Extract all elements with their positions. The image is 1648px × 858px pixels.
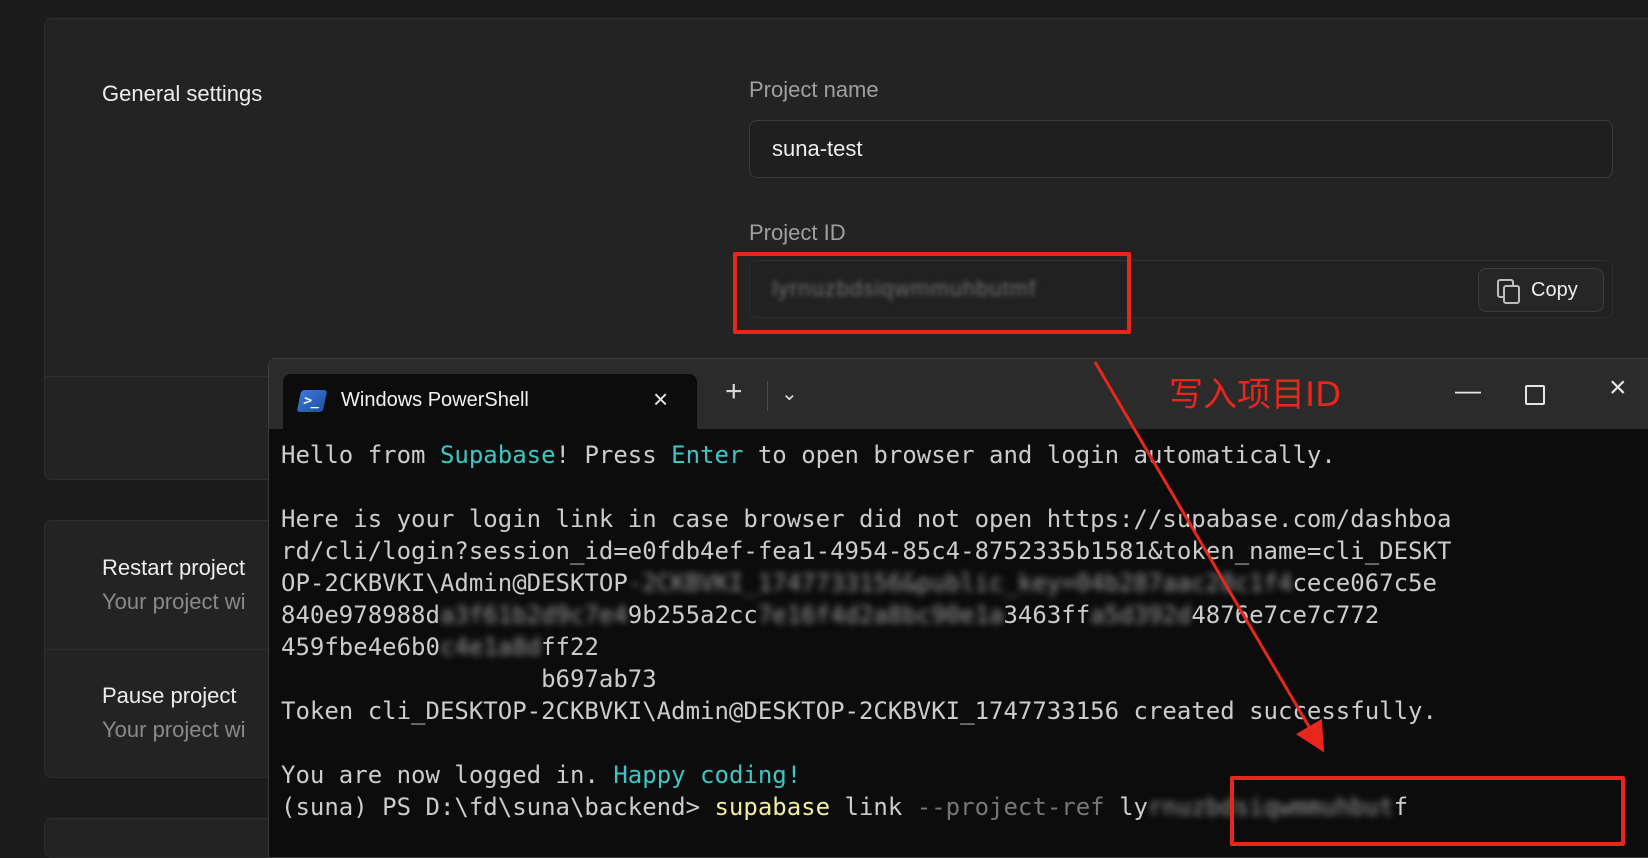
terminal-line: rd/cli/login?session_id=e0fdb4ef-fea1-49… xyxy=(281,537,1452,565)
terminal-line: OP-2CKBVKI\Admin@DESKTOP-2CKBVKI_1747733… xyxy=(281,569,1437,597)
tab-windows-powershell[interactable]: >_ Windows PowerShell × xyxy=(283,374,697,432)
annotation-label: 写入项目ID xyxy=(1169,375,1342,415)
tab-separator xyxy=(767,381,768,411)
chevron-down-icon[interactable]: ⌄ xyxy=(781,379,798,409)
terminal-line: 840e978988da3f61b2d9c7e49b255a2cc7e16f4d… xyxy=(281,601,1380,629)
project-name-label: Project name xyxy=(749,77,879,102)
window-close-button[interactable]: × xyxy=(1609,371,1627,405)
terminal-line: b697ab73 xyxy=(281,665,657,693)
terminal-line: Hello from Supabase! Press Enter to open… xyxy=(281,441,1336,469)
restart-project-description: Your project wi xyxy=(102,589,246,614)
powershell-icon: >_ xyxy=(296,390,328,412)
pause-project-title: Pause project xyxy=(102,683,237,708)
terminal-output[interactable]: Hello from Supabase! Press Enter to open… xyxy=(281,439,1648,823)
section-title: General settings xyxy=(102,81,263,106)
pause-project-description: Your project wi xyxy=(102,717,246,742)
tab-title: Windows PowerShell xyxy=(341,389,529,411)
terminal-titlebar[interactable]: >_ Windows PowerShell × + ⌄ 写入项目ID — × xyxy=(269,359,1648,432)
terminal-line: Token cli_DESKTOP-2CKBVKI\Admin@DESKTOP-… xyxy=(281,697,1437,725)
terminal-line: Here is your login link in case browser … xyxy=(281,505,1452,533)
project-id-highlight-box xyxy=(733,252,1131,334)
project-name-input[interactable]: suna-test xyxy=(749,120,1613,178)
tab-close-icon[interactable]: × xyxy=(653,384,668,414)
copy-button[interactable]: Copy xyxy=(1478,268,1604,312)
copy-label: Copy xyxy=(1531,279,1578,301)
maximize-button[interactable] xyxy=(1525,385,1545,405)
restart-project-title: Restart project xyxy=(102,555,246,580)
new-tab-button[interactable]: + xyxy=(725,377,743,407)
copy-icon xyxy=(1497,279,1520,304)
terminal-line: 459fbe4e6b0c4e1a8dff22 xyxy=(281,633,599,661)
minimize-button[interactable]: — xyxy=(1455,375,1481,406)
project-id-label: Project ID xyxy=(749,220,846,245)
